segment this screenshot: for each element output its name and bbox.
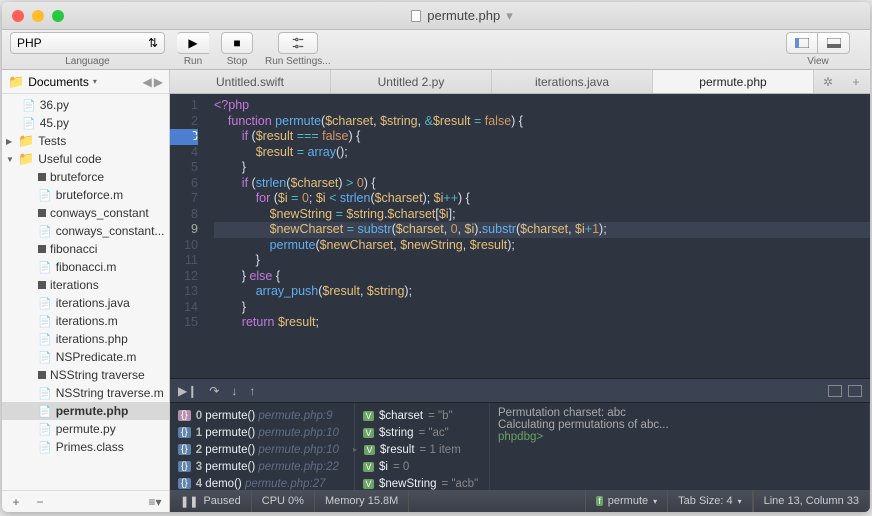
tree-file[interactable]: 📄iterations.m (2, 312, 169, 330)
tree-file[interactable]: 📄permute.php (2, 402, 169, 420)
sidebar-header: 📁 Documents ▾ ◀ ▶ (2, 70, 169, 94)
language-label: Language (65, 56, 110, 67)
tree-file[interactable]: 📄bruteforce.m (2, 186, 169, 204)
stack-frame[interactable]: {}0 permute() permute.php:9 (178, 407, 346, 424)
status-position[interactable]: Line 13, Column 33 (753, 490, 870, 512)
step-out-icon[interactable]: ↑ (249, 384, 255, 398)
window-controls (12, 10, 64, 22)
editor-tab[interactable]: Untitled 2.py (331, 70, 492, 93)
file-tree: 📄36.py📄45.py▶📁Tests▼📁Useful codebrutefor… (2, 94, 169, 490)
panel-toggle-2[interactable] (848, 385, 862, 397)
tree-file[interactable]: 📄fibonacci.m (2, 258, 169, 276)
tree-file[interactable]: 📄conways_constant... (2, 222, 169, 240)
call-stack[interactable]: {}0 permute() permute.php:9{}1 permute()… (170, 403, 355, 490)
app-window: permute.php ▾ PHP ⇅ Language ▶ Run ■ Sto… (2, 2, 870, 512)
console-line: Permutation charset: abc (498, 407, 861, 419)
code-editor[interactable]: 123456789101112131415 <?php function per… (170, 94, 870, 378)
variable-row[interactable]: V$charset = "b" (363, 407, 481, 424)
pause-icon: ❚❚ (180, 495, 198, 508)
tree-file[interactable]: 📄iterations.php (2, 330, 169, 348)
minimize-icon[interactable] (32, 10, 44, 22)
titlebar: permute.php ▾ (2, 2, 870, 30)
tree-folder[interactable]: ▼📁Useful code (2, 150, 169, 168)
console-line: Calculating permutations of abc... (498, 419, 861, 431)
variable-row[interactable]: V$i = 0 (363, 458, 481, 475)
stack-frame[interactable]: {}3 permute() permute.php:22 (178, 458, 346, 475)
settings-label: Run Settings... (265, 56, 331, 67)
tree-file[interactable]: 📄permute.py (2, 420, 169, 438)
window-title: permute.php ▾ (64, 8, 860, 24)
console-output[interactable]: Permutation charset: abcCalculating perm… (490, 403, 870, 490)
language-value: PHP (17, 36, 42, 50)
status-cpu: CPU 0% (252, 490, 315, 512)
status-state: ❚❚Paused (170, 490, 252, 512)
tree-file[interactable]: 📄NSPredicate.m (2, 348, 169, 366)
tree-file[interactable]: conways_constant (2, 204, 169, 222)
modified-indicator: ▾ (506, 8, 513, 24)
editor-tab[interactable]: permute.php (653, 70, 814, 93)
variables-view[interactable]: V$charset = "b"V$string = "ac"V$result =… (355, 403, 490, 490)
language-select[interactable]: PHP ⇅ (10, 32, 165, 54)
run-settings-button[interactable] (278, 32, 318, 54)
view-left-button[interactable] (786, 32, 818, 54)
code-content[interactable]: <?php function permute($charset, $string… (204, 94, 870, 378)
status-tabsize[interactable]: Tab Size: 4▾ (667, 490, 752, 512)
stop-label: Stop (227, 56, 248, 67)
chevron-updown-icon: ⇅ (148, 36, 158, 50)
nav-back-icon[interactable]: ◀ (143, 75, 152, 89)
add-tab-button[interactable]: + (842, 70, 870, 93)
view-label: View (807, 56, 829, 67)
sidebar-root-label[interactable]: Documents (28, 75, 89, 89)
tree-file[interactable]: bruteforce (2, 168, 169, 186)
debug-panel: {}0 permute() permute.php:9{}1 permute()… (170, 402, 870, 490)
variable-row[interactable]: V$string = "ac" (363, 424, 481, 441)
variable-row[interactable]: V$result = 1 item (363, 441, 481, 458)
status-function[interactable]: fpermute▾ (585, 490, 667, 512)
run-label: Run (184, 56, 202, 67)
chevron-down-icon[interactable]: ▾ (93, 77, 97, 86)
zoom-icon[interactable] (52, 10, 64, 22)
tree-folder[interactable]: ▶📁Tests (2, 132, 169, 150)
view-bottom-button[interactable] (818, 32, 850, 54)
sidebar-menu-button[interactable]: ≡▾ (145, 495, 165, 509)
step-into-icon[interactable]: ↓ (231, 384, 237, 398)
nav-fwd-icon[interactable]: ▶ (154, 75, 163, 89)
run-button[interactable]: ▶ (177, 32, 209, 54)
folder-icon: 📁 (8, 74, 24, 90)
main-area: Untitled.swiftUntitled 2.pyiterations.ja… (170, 70, 870, 512)
tree-file[interactable]: NSString traverse (2, 366, 169, 384)
line-gutter[interactable]: 123456789101112131415 (170, 94, 204, 378)
sidebar-footer: + − ≡▾ (2, 490, 169, 512)
continue-icon[interactable]: ▶❙ (178, 384, 197, 398)
status-memory: Memory 15.8M (315, 490, 409, 512)
tree-file[interactable]: iterations (2, 276, 169, 294)
title-text: permute.php (427, 8, 500, 23)
function-badge-icon: f (596, 496, 603, 506)
tree-file[interactable]: 📄NSString traverse.m (2, 384, 169, 402)
tree-file[interactable]: 📄36.py (2, 96, 169, 114)
tree-file[interactable]: fibonacci (2, 240, 169, 258)
tree-file[interactable]: 📄iterations.java (2, 294, 169, 312)
panel-toggle-1[interactable] (828, 385, 842, 397)
statusbar: ❚❚Paused CPU 0% Memory 15.8M fpermute▾ T… (170, 490, 870, 512)
close-icon[interactable] (12, 10, 24, 22)
toolbar: PHP ⇅ Language ▶ Run ■ Stop Run Settings… (2, 30, 870, 70)
editor-tab[interactable]: Untitled.swift (170, 70, 331, 93)
tree-file[interactable]: 📄Primes.class (2, 438, 169, 456)
step-over-icon[interactable]: ↷ (209, 384, 219, 398)
tree-file[interactable]: 📄45.py (2, 114, 169, 132)
stack-frame[interactable]: {}1 permute() permute.php:10 (178, 424, 346, 441)
editor-tabs: Untitled.swiftUntitled 2.pyiterations.ja… (170, 70, 870, 94)
add-button[interactable]: + (6, 495, 26, 509)
remove-button[interactable]: − (30, 495, 50, 509)
file-icon (411, 10, 421, 22)
tab-loading-icon: ✲ (814, 70, 842, 93)
editor-tab[interactable]: iterations.java (492, 70, 653, 93)
debug-toolbar: ▶❙ ↷ ↓ ↑ (170, 378, 870, 402)
stop-button[interactable]: ■ (221, 32, 253, 54)
console-line: phpdbg> (498, 431, 861, 443)
stack-frame[interactable]: {}2 permute() permute.php:10 (178, 441, 346, 458)
sidebar: 📁 Documents ▾ ◀ ▶ 📄36.py📄45.py▶📁Tests▼📁U… (2, 70, 170, 512)
